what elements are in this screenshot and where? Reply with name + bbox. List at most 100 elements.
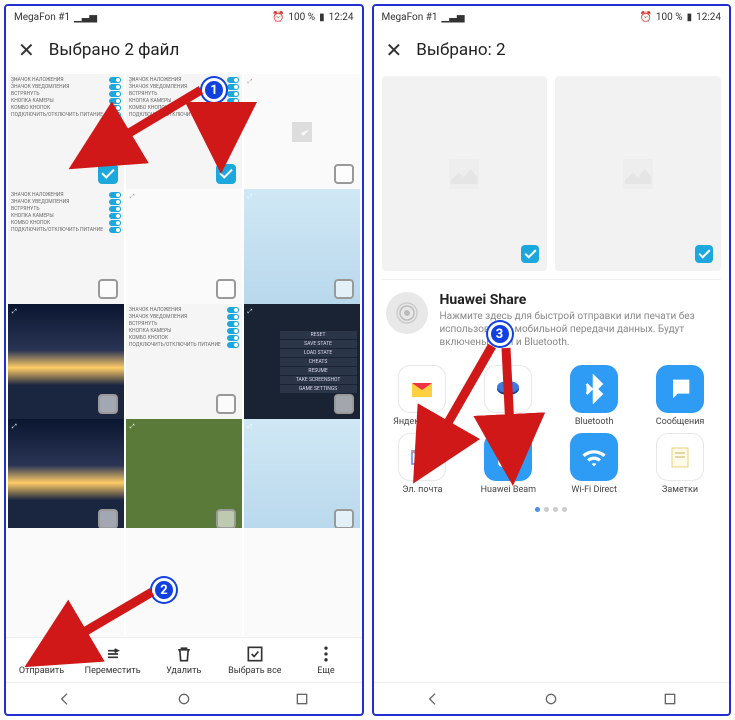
nav-recent-icon[interactable]	[662, 691, 678, 707]
share-app-bt[interactable]: Bluetooth	[553, 365, 635, 427]
thumbnail[interactable]: ⤢	[244, 74, 360, 190]
thumbnail[interactable]	[244, 528, 360, 637]
share-app-ydisk[interactable]: Яндекс.Диск	[467, 365, 549, 427]
page-indicator	[382, 499, 722, 520]
nfc-icon	[484, 433, 532, 481]
share-description: Нажмите здесь для быстрой отправки или п…	[440, 310, 718, 349]
checkbox[interactable]	[216, 279, 236, 299]
checkbox-checked[interactable]	[98, 164, 118, 184]
toolbar-trash-button[interactable]: Удалить	[148, 638, 219, 682]
checkbox-checked[interactable]	[695, 245, 713, 263]
toolbar-more-button[interactable]: Еще	[290, 638, 361, 682]
toolbar-select-all-button[interactable]: Выбрать все	[219, 638, 290, 682]
nav-recent-icon[interactable]	[294, 691, 310, 707]
share-app-msg[interactable]: Сообщения	[639, 365, 721, 427]
thumbnail[interactable]	[126, 528, 242, 637]
expand-icon: ⤢	[248, 193, 262, 207]
toolbar-move-button[interactable]: Переместить	[77, 638, 148, 682]
thumbnail[interactable]: ⤢	[244, 419, 360, 535]
checkbox[interactable]	[98, 509, 118, 529]
thumbnail[interactable]	[382, 76, 548, 271]
carrier-label: MegaFon #1	[382, 12, 438, 23]
alarm-icon: ⏰	[639, 12, 651, 23]
expand-icon: ⤢	[130, 193, 144, 207]
nav-bar	[6, 682, 362, 714]
close-icon[interactable]: ✕	[386, 38, 403, 62]
dot	[553, 507, 558, 512]
thumbnail[interactable]	[8, 528, 124, 637]
checkbox[interactable]	[98, 279, 118, 299]
note-icon	[656, 433, 704, 481]
selection-title: Выбрано: 2	[416, 40, 505, 60]
wifi-icon	[570, 433, 618, 481]
toolbar-send-button[interactable]: Отправить	[6, 638, 77, 682]
selected-thumbnails	[382, 72, 722, 279]
checkbox[interactable]	[334, 164, 354, 184]
thumbnail[interactable]: ⤢ RESETSAVE STATELOAD STATECHEATSRESUMET…	[244, 304, 360, 420]
thumbnail[interactable]: ЗНАЧОК НАЛОЖЕНИЯЗНАЧОК УВЕДОМЛЕНИЯВСТРЯН…	[8, 189, 124, 305]
share-app-mail[interactable]: Эл. почта	[382, 433, 464, 495]
thumbnail[interactable]: ⤢	[8, 419, 124, 535]
thumbnail[interactable]: ⤢ ЗНАЧОК НАЛОЖЕНИЯЗНАЧОК УВЕДОМЛЕНИЯВСТР…	[8, 74, 124, 190]
share-app-nfc[interactable]: Huawei Beam	[467, 433, 549, 495]
thumbnail[interactable]: ⤢	[244, 189, 360, 305]
phone-left: MegaFon #1 ▁▃▅ ⏰ 100 % ▮ 12:24 ✕ Выбрано…	[4, 4, 364, 716]
checkbox[interactable]	[216, 394, 236, 414]
close-icon[interactable]: ✕	[18, 38, 35, 62]
nav-back-icon[interactable]	[57, 691, 73, 707]
broken-image-icon	[444, 154, 484, 194]
app-label: Яндекс.Почта	[393, 417, 452, 427]
checkbox-checked[interactable]	[216, 164, 236, 184]
thumbnail[interactable]	[555, 76, 721, 271]
checkbox[interactable]	[334, 279, 354, 299]
checkbox[interactable]	[216, 509, 236, 529]
thumbnail[interactable]: ⤢ ЗНАЧОК НАЛОЖЕНИЯЗНАЧОК УВЕДОМЛЕНИЯВСТР…	[126, 74, 242, 190]
move-icon	[103, 644, 123, 664]
app-label: Яндекс.Диск	[481, 417, 536, 427]
toolbar-label: Удалить	[166, 666, 201, 676]
huawei-share-section[interactable]: Huawei Share Нажмите здесь для быстрой о…	[382, 279, 722, 361]
share-radar-icon	[386, 292, 428, 334]
checkbox-checked[interactable]	[521, 245, 539, 263]
nav-home-icon[interactable]	[176, 691, 192, 707]
share-app-wifi[interactable]: Wi-Fi Direct	[553, 433, 635, 495]
checkbox[interactable]	[334, 394, 354, 414]
more-icon	[316, 644, 336, 664]
checkbox[interactable]	[98, 394, 118, 414]
selection-header: ✕ Выбрано: 2	[374, 28, 730, 72]
expand-icon: ⤢	[248, 308, 262, 322]
toolbar-label: Отправить	[19, 666, 64, 676]
bt-icon	[570, 365, 618, 413]
selection-title: Выбрано 2 файл	[49, 40, 180, 60]
battery-icon: ▮	[687, 12, 693, 23]
gallery-grid: ⤢ ЗНАЧОК НАЛОЖЕНИЯЗНАЧОК УВЕДОМЛЕНИЯВСТР…	[6, 72, 362, 637]
select-all-icon	[245, 644, 265, 664]
thumbnail[interactable]: ⤢	[126, 189, 242, 305]
trash-icon	[174, 644, 194, 664]
nav-back-icon[interactable]	[425, 691, 441, 707]
thumbnail[interactable]: ⤢	[8, 304, 124, 420]
dot	[562, 507, 567, 512]
signal-icon: ▁▃▅	[442, 12, 465, 23]
phone-right: MegaFon #1 ▁▃▅ ⏰ 100 % ▮ 12:24 ✕ Выбрано…	[372, 4, 732, 716]
share-app-ymail[interactable]: Яндекс.Почта	[382, 365, 464, 427]
share-app-grid: Яндекс.Почта Яндекс.Диск BluetoothСообщени…	[382, 361, 722, 499]
thumbnail[interactable]: ЗНАЧОК НАЛОЖЕНИЯЗНАЧОК УВЕДОМЛЕНИЯВСТРЯН…	[126, 304, 242, 420]
nav-home-icon[interactable]	[543, 691, 559, 707]
expand-icon: ⤢	[130, 78, 144, 92]
checkbox[interactable]	[334, 509, 354, 529]
msg-icon	[656, 365, 704, 413]
bottom-toolbar: Отправить Переместить Удалить Выбрать все Ещ…	[6, 637, 362, 682]
battery-label: 100 %	[288, 12, 315, 23]
broken-image-icon	[618, 154, 658, 194]
share-app-note[interactable]: Заметки	[639, 433, 721, 495]
share-heading: Huawei Share	[440, 292, 718, 308]
app-label: Huawei Beam	[481, 485, 536, 495]
send-icon	[32, 644, 52, 664]
toolbar-label: Еще	[317, 666, 334, 676]
thumbnail[interactable]: ⤢	[126, 419, 242, 535]
status-bar: MegaFon #1 ▁▃▅ ⏰ 100 % ▮ 12:24	[6, 6, 362, 28]
alarm-icon: ⏰	[272, 12, 284, 23]
toolbar-label: Выбрать все	[228, 666, 281, 676]
expand-icon: ⤢	[130, 423, 144, 437]
